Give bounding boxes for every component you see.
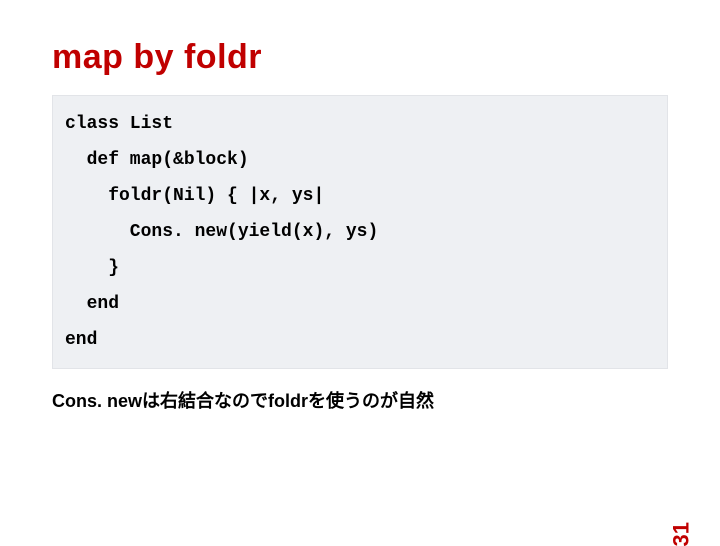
code-line: } [65,258,119,278]
slide: map by foldr class List def map(&block) … [0,0,720,540]
code-block: class List def map(&block) foldr(Nil) { … [52,95,668,369]
code-line: Cons. new(yield(x), ys) [65,222,378,242]
slide-title: map by foldr [52,38,668,77]
code-line: def map(&block) [65,150,249,170]
page-number: 31 [668,522,694,546]
code-line: end [65,330,97,350]
slide-note: Cons. newは右結合なのでfoldrを使うのが自然 [52,387,668,413]
code-line: foldr(Nil) { |x, ys| [65,186,324,206]
code-line: end [65,294,119,314]
code-line: class List [65,114,173,134]
